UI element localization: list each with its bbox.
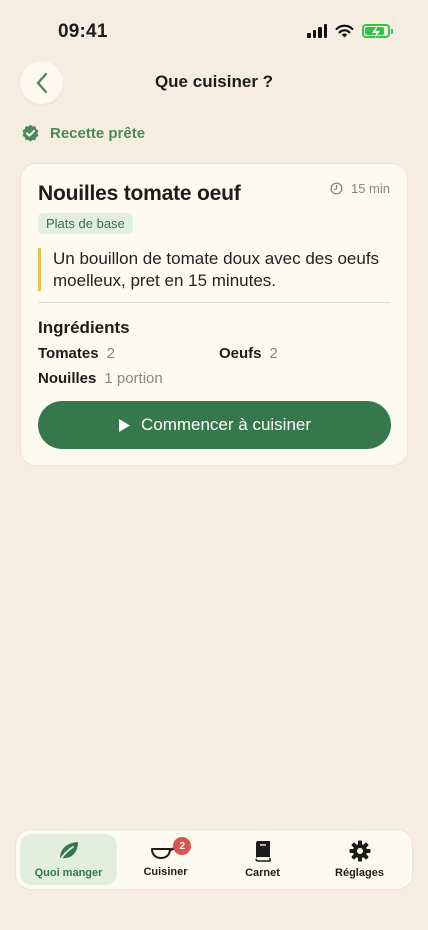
book-icon [254, 841, 271, 862]
ingredient-qty: 1 portion [104, 370, 163, 387]
tab-label: Quoi manger [34, 867, 103, 879]
cooking-count-badge: 2 [173, 837, 192, 855]
cellular-signal-icon [307, 24, 327, 38]
tab-reglages[interactable]: Réglages [311, 834, 408, 885]
card-divider [38, 302, 390, 303]
page-title: Que cuisiner ? [154, 72, 274, 91]
duration-label: 15 min [350, 181, 390, 196]
ingredient-qty: 2 [269, 345, 278, 362]
ingredient-name: Tomates [38, 345, 99, 362]
tab-quoi-manger[interactable]: Quoi manger [20, 834, 117, 885]
ready-label: Recette prête [50, 125, 146, 142]
tab-label: Cuisiner [143, 866, 188, 878]
recipe-description: Un bouillon de tomate doux avec des oeuf… [38, 248, 388, 291]
recipe-ready-status: Recette prête [21, 124, 145, 143]
recipe-card: Nouilles tomate oeuf 15 min Plats de bas… [20, 163, 408, 466]
play-icon [118, 418, 130, 432]
leaf-icon [58, 842, 78, 861]
verified-check-icon [22, 124, 39, 142]
ingredient-name: Oeufs [219, 345, 262, 362]
status-bar: 09:41 [0, 0, 428, 56]
start-cooking-label: Commencer à cuisiner [140, 415, 312, 434]
ingredient-name: Nouilles [38, 370, 97, 387]
ingredient-item: Nouilles 1 portion [38, 370, 163, 387]
gear-icon [349, 840, 370, 862]
clock-icon [330, 182, 343, 195]
battery-icon [362, 24, 393, 38]
tab-bar: Quoi manger 2 Cuisiner Carnet Réglages [15, 829, 413, 890]
ingredient-item: Oeufs 2 [219, 345, 278, 362]
start-cooking-button[interactable]: Commencer à cuisiner [38, 401, 391, 449]
tab-carnet[interactable]: Carnet [214, 834, 311, 885]
ingredient-item: Tomates 2 [38, 345, 115, 362]
category-tag: Plats de base [38, 213, 133, 234]
recipe-title: Nouilles tomate oeuf [38, 182, 241, 205]
status-time: 09:41 [58, 21, 108, 42]
ingredient-qty: 2 [106, 345, 115, 362]
tab-label: Carnet [245, 867, 280, 879]
tab-label: Réglages [335, 867, 384, 879]
tab-cuisiner[interactable]: 2 Cuisiner [117, 834, 214, 885]
ingredients-heading: Ingrédients [38, 318, 130, 337]
recipe-duration: 15 min [330, 181, 390, 196]
wifi-icon [335, 24, 354, 38]
status-icons [307, 24, 393, 38]
